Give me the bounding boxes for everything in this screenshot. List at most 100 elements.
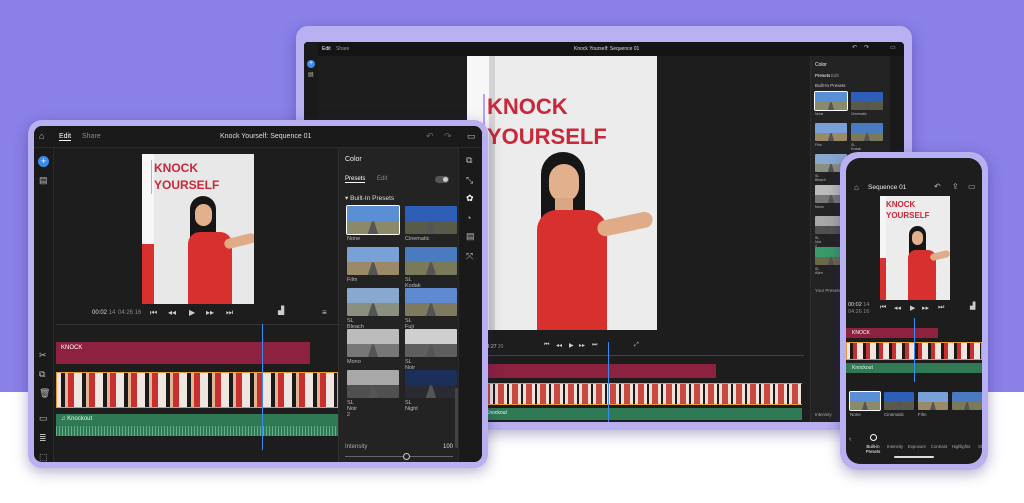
tab-highlights[interactable]: Highlights [950, 444, 972, 449]
speed-icon[interactable]: ◔ [466, 214, 471, 223]
media-icon[interactable]: ▤ [308, 72, 314, 78]
layers-icon[interactable]: ≣ [39, 434, 47, 443]
step-forward-icon[interactable]: ▸▸ [206, 308, 214, 317]
audio-clip[interactable]: Knockout [484, 408, 802, 420]
back-chevron-icon[interactable]: ‹ [849, 436, 851, 443]
play-icon[interactable]: ▶ [189, 308, 195, 317]
undo-icon[interactable]: ↶ [934, 183, 941, 191]
add-media-icon[interactable]: + [38, 156, 49, 167]
home-icon[interactable]: ⌂ [854, 184, 859, 192]
skip-end-icon[interactable]: ⏭ [592, 342, 597, 349]
skip-end-icon[interactable]: ⏭ [938, 304, 944, 312]
transform-icon[interactable]: ⬚ [39, 453, 48, 462]
step-back-icon[interactable]: ◂◂ [168, 308, 176, 317]
play-icon[interactable]: ▶ [910, 304, 915, 312]
tab-contrast[interactable]: Contrast [928, 444, 950, 449]
redo-icon[interactable]: ↷ [864, 45, 869, 51]
preset-thumbnail-film[interactable] [918, 392, 948, 410]
playhead[interactable] [608, 342, 609, 422]
skip-start-icon[interactable]: ⏮ [150, 308, 157, 318]
split-icon[interactable]: ✂ [39, 351, 47, 360]
feedback-icon[interactable]: ▭ [968, 183, 976, 191]
tab-share[interactable]: Share [82, 133, 101, 140]
preset-thumbnail-film[interactable] [815, 123, 847, 141]
skip-start-icon[interactable]: ⏮ [880, 304, 886, 312]
built-in-presets-header[interactable]: ▾ Built-In Presets [345, 194, 394, 202]
media-icon[interactable]: ▤ [39, 176, 48, 185]
tab-edit[interactable]: Edit [59, 133, 72, 141]
tab-edit-panel[interactable]: Edit [831, 73, 839, 78]
fullscreen-icon[interactable]: ▟ [278, 306, 284, 315]
title-clip[interactable]: KNOCK [56, 342, 310, 364]
tab-presets[interactable]: Presets [815, 73, 830, 78]
preset-thumbnail-sl-kodak[interactable] [952, 392, 982, 410]
tab-shad[interactable]: Shad [972, 444, 982, 449]
tab-presets[interactable]: Presets [345, 176, 366, 183]
preset-thumbnail-sl-noir-1[interactable] [405, 329, 457, 357]
tab-share[interactable]: Share [336, 46, 349, 52]
feedback-icon[interactable]: ▭ [890, 45, 896, 51]
skip-end-icon[interactable]: ⏭ [226, 308, 233, 318]
tab-edit[interactable]: Edit [322, 46, 331, 52]
title-clip[interactable] [484, 364, 716, 378]
preset-thumbnail-sl-kodak[interactable] [405, 247, 457, 275]
playhead[interactable] [262, 324, 263, 450]
preset-thumbnail-film[interactable] [347, 247, 399, 275]
tab-exposure[interactable]: Exposure [906, 444, 928, 449]
preset-thumbnail-sl-night[interactable] [405, 370, 457, 398]
home-icon[interactable]: ⌂ [39, 132, 44, 141]
skip-start-icon[interactable]: ⏮ [544, 342, 549, 349]
step-forward-icon[interactable]: ▸▸ [922, 304, 929, 312]
preset-thumbnail-sl-noir-2[interactable] [347, 370, 399, 398]
preset-thumbnail-sl-fuji[interactable] [405, 288, 457, 316]
captions-icon[interactable]: ▭ [39, 414, 48, 423]
step-forward-icon[interactable]: ▸▸ [579, 342, 585, 349]
audio-clip[interactable]: ♫ Knockout [56, 414, 338, 436]
redo-icon[interactable]: ↷ [444, 132, 452, 141]
compare-toggle[interactable] [435, 176, 449, 183]
preset-thumbnail-cinematic[interactable] [884, 392, 914, 410]
preset-thumbnail-none[interactable] [346, 205, 400, 235]
add-media-icon[interactable]: + [307, 60, 315, 68]
play-icon[interactable]: ▶ [569, 342, 574, 349]
your-presets-header[interactable]: Your Presets [815, 288, 841, 293]
tab-built-in-presets[interactable]: Built-in Presets [862, 444, 884, 454]
menu-icon[interactable]: ≡ [322, 308, 327, 317]
preset-thumbnail-none[interactable] [849, 391, 881, 411]
crop-icon[interactable]: ⤧ [466, 252, 473, 261]
tab-intensity[interactable]: Intensity [884, 444, 906, 449]
preset-thumbnail-none[interactable] [814, 91, 848, 111]
titles-icon[interactable]: ⧉ [466, 156, 472, 165]
panel-title: Color [815, 62, 827, 68]
preset-thumbnail-mono[interactable] [347, 329, 399, 357]
duplicate-icon[interactable]: ⧉ [39, 370, 45, 379]
undo-icon[interactable]: ↶ [852, 45, 857, 51]
color-icon[interactable]: ✿ [466, 194, 474, 203]
tab-edit-panel[interactable]: Edit [377, 176, 387, 182]
built-in-presets-header[interactable]: Built-In Presets [815, 83, 846, 88]
home-indicator [894, 456, 934, 458]
export-icon[interactable]: ⇪ [952, 183, 959, 191]
audio-icon[interactable]: ▤ [466, 232, 475, 241]
feedback-icon[interactable]: ▭ [467, 132, 476, 141]
preset-thumbnail-sl-bleach[interactable] [347, 288, 399, 316]
preset-label: Cinematic [851, 112, 867, 116]
preset-thumbnail-sl-kodak[interactable] [851, 123, 883, 141]
title-clip[interactable]: KNOCK [846, 328, 938, 338]
playhead[interactable] [914, 318, 915, 382]
video-clip[interactable] [56, 372, 338, 408]
preset-thumbnail-cinematic[interactable] [851, 92, 883, 110]
sequence-title: Sequence 01 [868, 184, 907, 191]
fullscreen-icon[interactable]: ⤢ [634, 342, 639, 349]
delete-icon[interactable]: 🗑 [39, 389, 50, 398]
step-back-icon[interactable]: ◂◂ [556, 342, 562, 349]
tablet-right-toolbar: ⧉ ⤡ ✿ ◔ ▤ ⤧ [458, 148, 482, 462]
transitions-icon[interactable]: ⤡ [466, 176, 473, 185]
fullscreen-icon[interactable]: ▟ [970, 302, 975, 310]
step-back-icon[interactable]: ◂◂ [894, 304, 901, 312]
intensity-slider[interactable] [345, 456, 453, 457]
preset-thumbnail-cinematic[interactable] [405, 206, 457, 234]
video-clip[interactable] [484, 383, 802, 405]
undo-icon[interactable]: ↶ [426, 132, 434, 141]
intensity-slider-handle[interactable] [403, 453, 410, 460]
